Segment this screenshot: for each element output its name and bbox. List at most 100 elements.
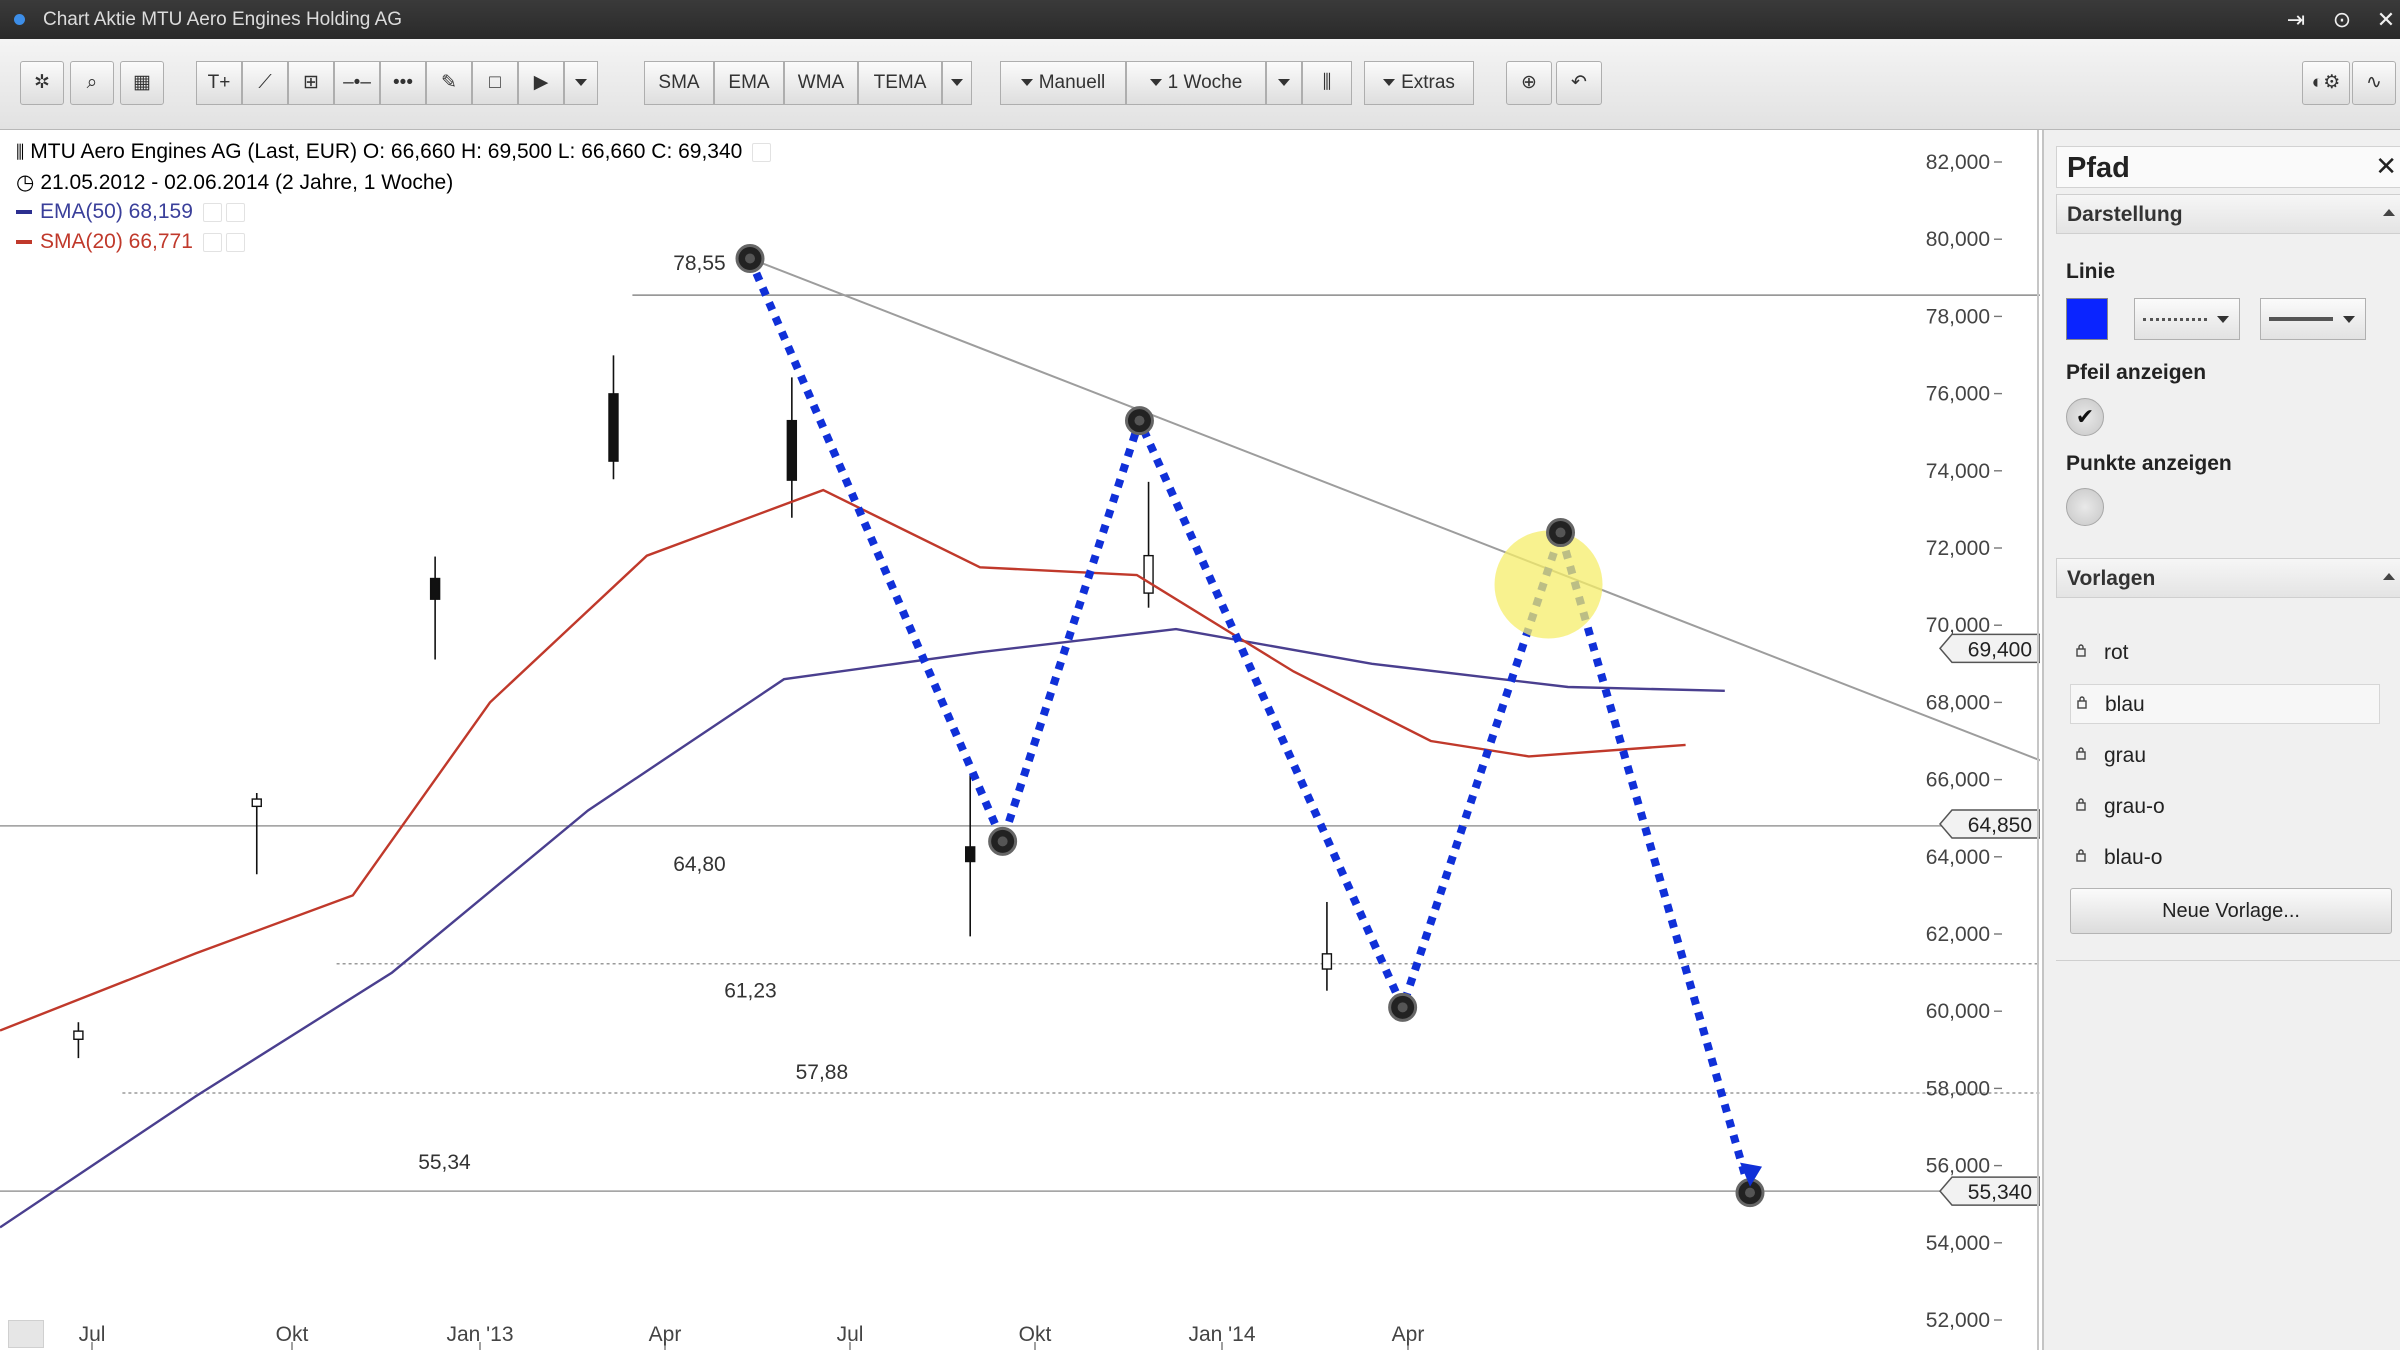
dotted-line-icon[interactable]: •••: [380, 61, 426, 105]
candle-body: [429, 577, 441, 600]
interval-extra-dropdown[interactable]: [1266, 61, 1302, 105]
indicators-dropdown[interactable]: [942, 61, 972, 105]
section-display-label: Darstellung: [2067, 203, 2183, 226]
y-tick-label: 80,000: [1926, 228, 1990, 251]
grid-icon[interactable]: ▦: [120, 61, 164, 105]
points-label: Punkte anzeigen: [2066, 452, 2232, 475]
template-item-rot[interactable]: rot: [2070, 633, 2380, 673]
candle-type-icon[interactable]: ⫼: [1302, 61, 1352, 105]
rectangle-icon[interactable]: □: [472, 61, 518, 105]
y-tick-label: 62,000: [1926, 923, 1990, 946]
mode-dropdown[interactable]: Manuell: [1000, 61, 1126, 105]
undo-icon[interactable]: ↶: [1556, 61, 1602, 105]
lock-icon: [2076, 747, 2086, 760]
x-tick-label: Apr: [649, 1323, 682, 1346]
text-tool-icon[interactable]: T+: [196, 61, 242, 105]
path-point-center: [745, 253, 755, 264]
path-panel: Pfad ✕ Darstellung Linie Pfeil anzeigen …: [2042, 130, 2400, 1350]
y-tick-label: 66,000: [1926, 769, 1990, 792]
instrument-line: MTU Aero Engines AG (Last, EUR) O: 66,66…: [30, 140, 743, 163]
interval-dropdown[interactable]: 1 Woche: [1126, 61, 1266, 105]
gear-icon[interactable]: ✲: [20, 61, 64, 105]
x-tick-label: Apr: [1392, 1323, 1425, 1346]
section-display[interactable]: Darstellung: [2056, 194, 2400, 234]
points-toggle-checkbox[interactable]: [2066, 488, 2104, 526]
sma-config-icon[interactable]: [202, 232, 222, 252]
horizontal-line-icon[interactable]: –•–: [334, 61, 380, 105]
template-item-grau-o[interactable]: grau-o: [2070, 787, 2380, 827]
legend-config-icon[interactable]: [752, 142, 772, 162]
candle-body: [965, 846, 976, 863]
y-tick-label: 58,000: [1926, 1077, 1990, 1100]
price-chart[interactable]: 78,55 64,80 61,23 57,88 55,34 52,000 54,000 56…: [0, 130, 2040, 1350]
line-tool-icon[interactable]: ⟋: [242, 61, 288, 105]
path-point-center: [1397, 1002, 1408, 1013]
lock-icon: [2077, 696, 2087, 709]
pencil-icon[interactable]: ✎: [426, 61, 472, 105]
tema-button[interactable]: TEMA: [858, 61, 942, 105]
collapse-icon: [2383, 573, 2395, 580]
sma-line: SMA(20) 66,771: [40, 230, 193, 253]
sma-close-icon[interactable]: [225, 232, 245, 252]
legend-ema[interactable]: EMA(50) 68,159: [16, 200, 245, 224]
title-bar: Chart Aktie MTU Aero Engines Holding AG …: [0, 0, 2400, 39]
candle-body: [786, 419, 798, 481]
ema-config-icon[interactable]: [202, 202, 222, 222]
ema-line: EMA(50) 68,159: [40, 200, 193, 223]
y-tick-label: 54,000: [1926, 1232, 1990, 1255]
level-label: 64,80: [673, 853, 726, 876]
template-item-grau[interactable]: grau: [2070, 736, 2380, 776]
line-width-dropdown[interactable]: [2260, 298, 2366, 340]
export-icon[interactable]: ⇥: [2282, 6, 2310, 34]
legend-sma[interactable]: SMA(20) 66,771: [16, 230, 245, 254]
price-marker-label: 64,850: [1968, 814, 2032, 837]
x-tick-label: Okt: [1019, 1323, 1052, 1346]
panel-title: Pfad: [2067, 152, 2130, 184]
scroll-handle[interactable]: [8, 1320, 44, 1348]
section-templates[interactable]: Vorlagen: [2056, 558, 2400, 598]
arrow-toggle-checkbox[interactable]: ✔: [2066, 398, 2104, 436]
level-label: 78,55: [673, 252, 726, 275]
close-icon[interactable]: ✕: [2375, 151, 2397, 182]
tools-dropdown[interactable]: [564, 61, 598, 105]
search-icon[interactable]: ⌕: [70, 61, 114, 105]
template-item-blau-o[interactable]: blau-o: [2070, 838, 2380, 878]
price-marker-label: 69,400: [1968, 638, 2032, 661]
lock-icon: [2076, 798, 2086, 811]
settings-icon[interactable]: ⊙: [2328, 6, 2356, 34]
chart-settings-icon[interactable]: ◐⚙: [2302, 61, 2350, 105]
template-item-blau[interactable]: blau: [2070, 684, 2380, 724]
line-style-dropdown[interactable]: [2134, 298, 2240, 340]
app-icon: [14, 14, 25, 25]
wma-button[interactable]: WMA: [784, 61, 858, 105]
candle-body: [251, 798, 262, 808]
y-tick-label: 56,000: [1926, 1155, 1990, 1178]
level-label: 55,34: [418, 1151, 471, 1174]
line-label: Linie: [2066, 260, 2116, 283]
x-tick-label: Jan '14: [1188, 1323, 1255, 1346]
y-tick-label: 72,000: [1926, 537, 1990, 560]
pointer-icon[interactable]: ▶: [518, 61, 564, 105]
extras-label: Extras: [1401, 72, 1455, 93]
line-color-swatch[interactable]: [2066, 298, 2108, 340]
clock-icon: ◷: [16, 171, 35, 194]
candle-body: [608, 393, 619, 462]
y-tick-label: 60,000: [1926, 1000, 1990, 1023]
fib-tool-icon[interactable]: ⊞: [288, 61, 334, 105]
indicator-icon[interactable]: ∿: [2352, 61, 2396, 105]
section-templates-label: Vorlagen: [2067, 567, 2156, 590]
panel-divider: [2056, 960, 2400, 961]
close-window-icon[interactable]: ✕: [2372, 6, 2400, 34]
ema-button[interactable]: EMA: [714, 61, 784, 105]
new-template-button[interactable]: Neue Vorlage...: [2070, 888, 2392, 934]
candle-icon: ⫼: [16, 142, 25, 162]
zoom-icon[interactable]: ⊕: [1506, 61, 1552, 105]
extras-dropdown[interactable]: Extras: [1364, 61, 1474, 105]
collapse-icon: [2383, 209, 2395, 216]
ema-close-icon[interactable]: [225, 202, 245, 222]
chart-area[interactable]: 78,55 64,80 61,23 57,88 55,34 52,000 54,000 56…: [0, 130, 2040, 1350]
sma-button[interactable]: SMA: [644, 61, 714, 105]
price-marker-label: 55,340: [1968, 1181, 2032, 1204]
x-tick-label: Jul: [837, 1323, 864, 1346]
y-tick-label: 76,000: [1926, 383, 1990, 406]
